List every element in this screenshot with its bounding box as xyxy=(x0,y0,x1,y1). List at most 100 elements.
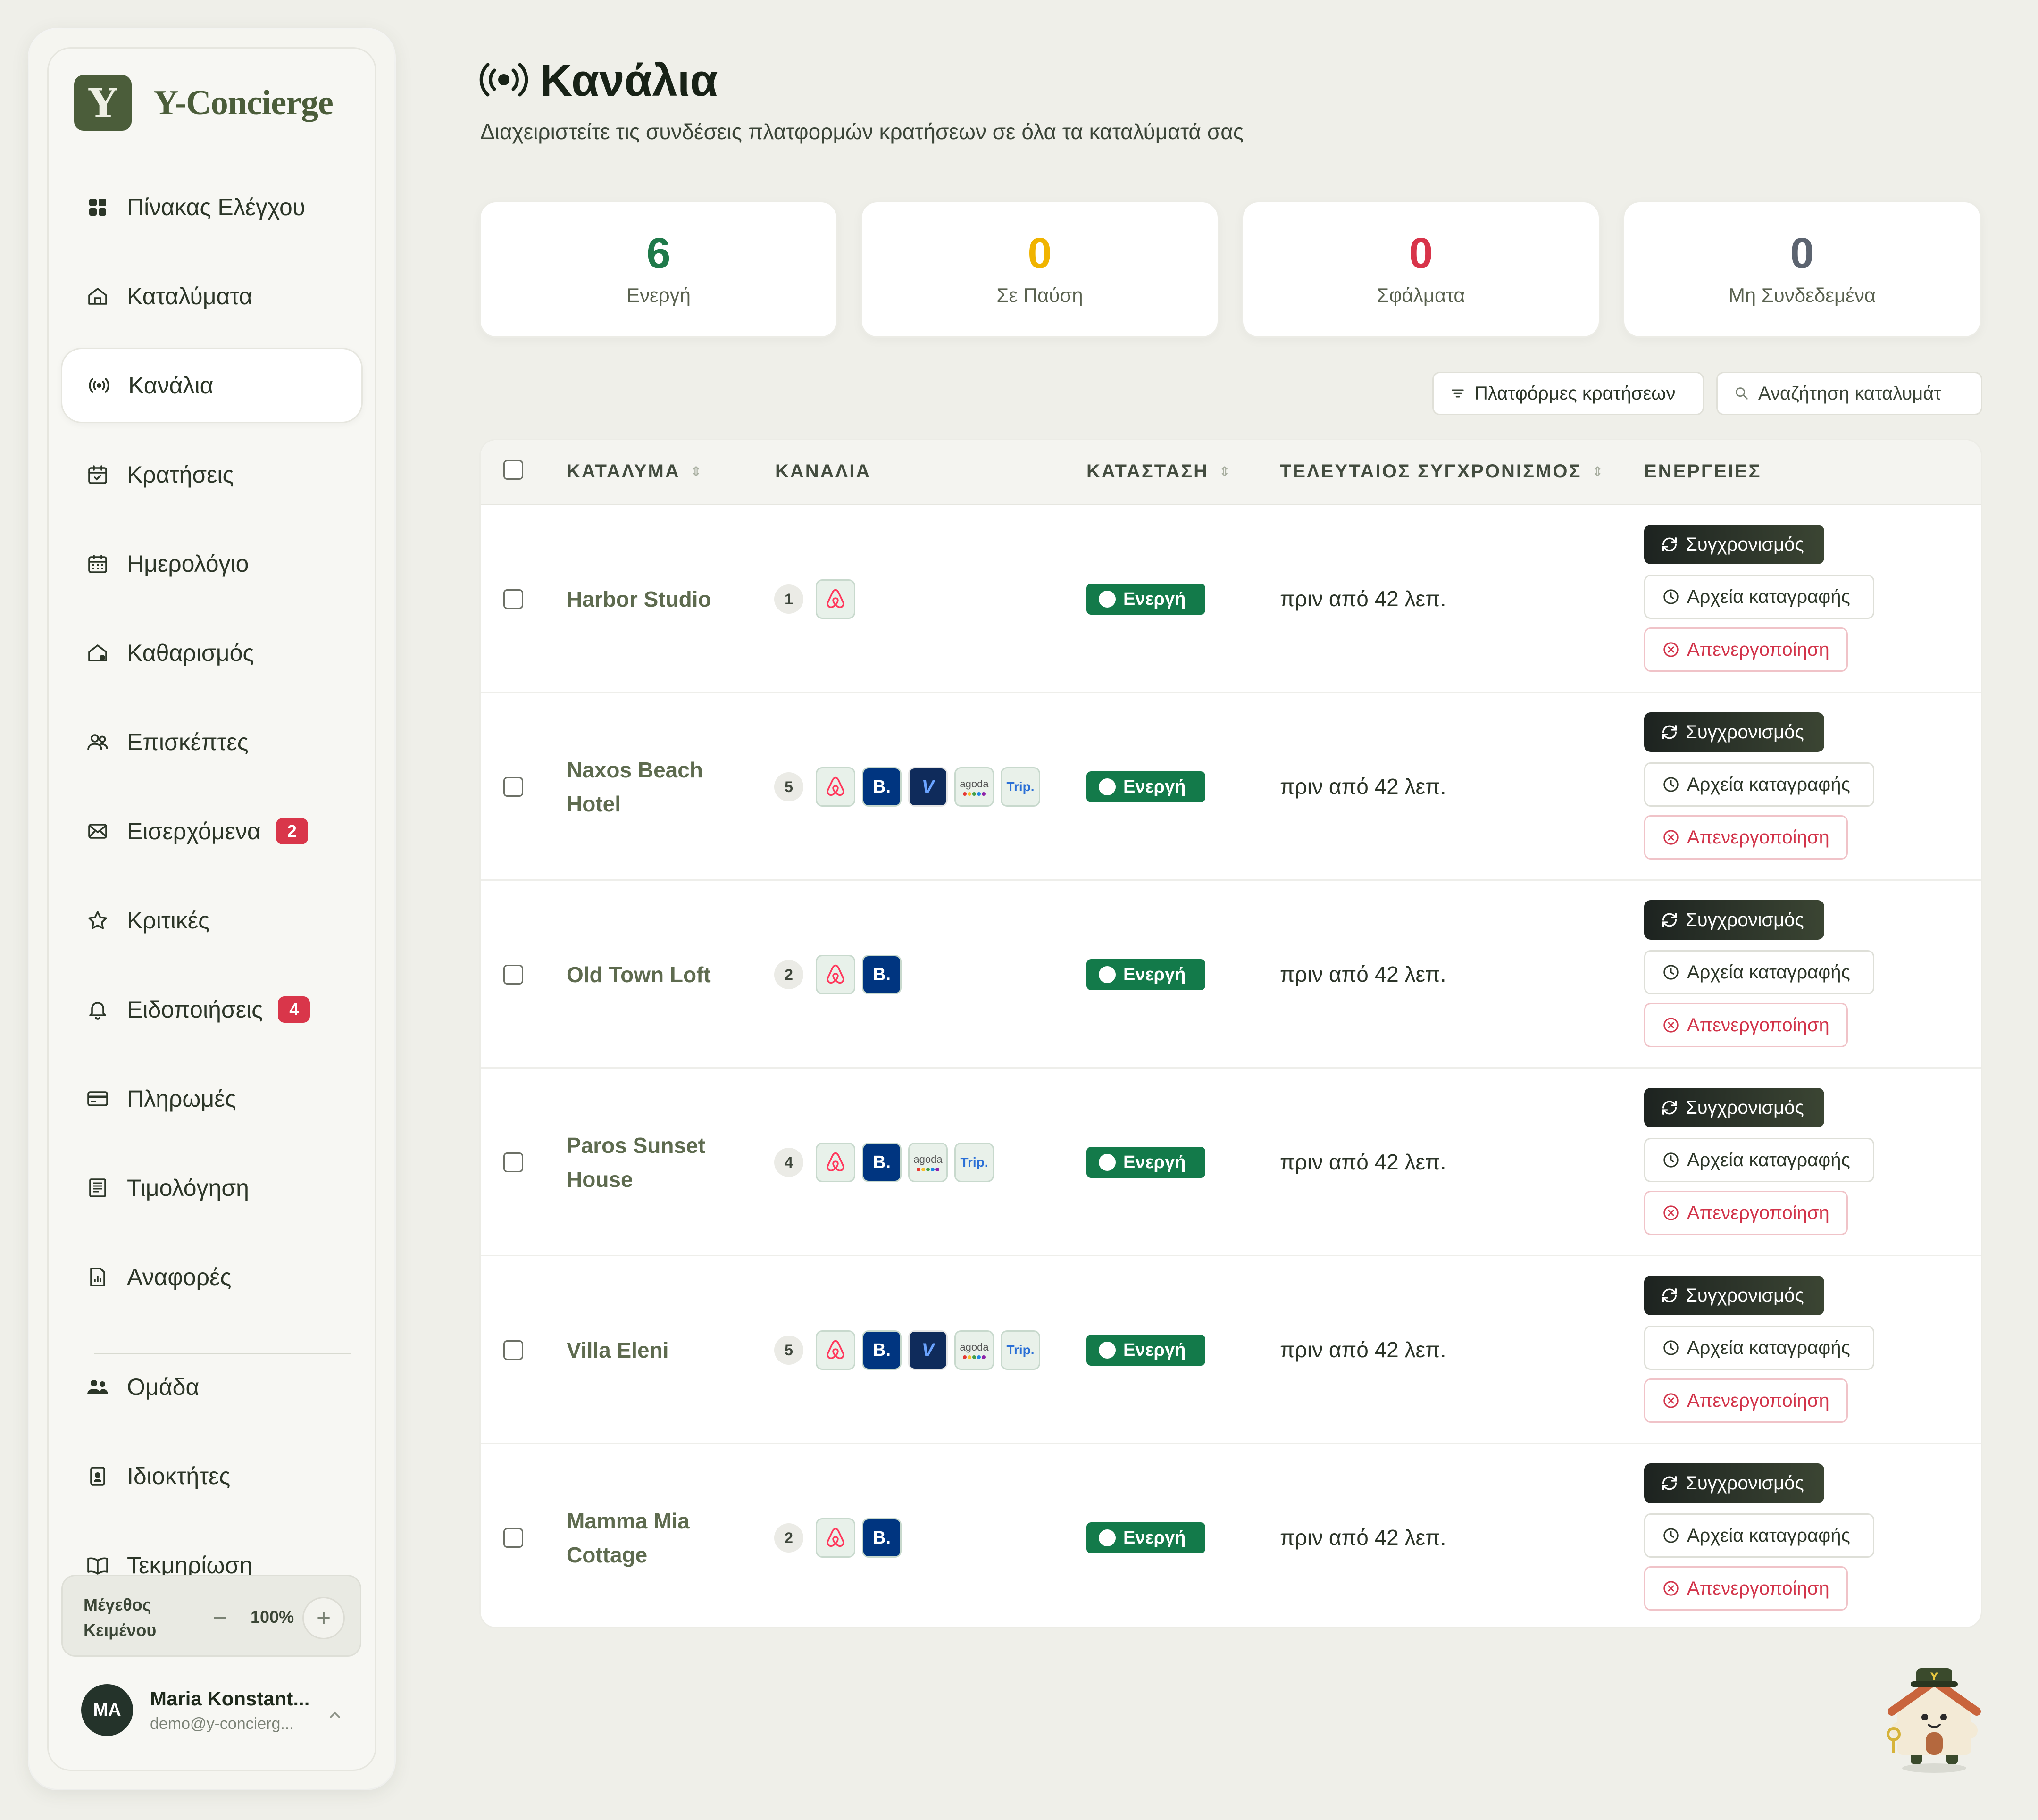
sidebar-item-secondary-0[interactable]: Ομάδα xyxy=(61,1349,363,1425)
agoda-channel-icon[interactable]: agoda xyxy=(954,767,994,807)
sync-button[interactable]: Συγχρονισμός xyxy=(1644,525,1824,564)
logs-button[interactable]: Αρχεία καταγραφής xyxy=(1644,950,1874,994)
stat-value: 6 xyxy=(646,229,671,277)
property-name[interactable]: Naxos Beach Hotel xyxy=(567,753,736,821)
search-input[interactable]: Αναζήτηση καταλυμάτ xyxy=(1716,372,1982,415)
sidebar-item-label: Επισκέπτες xyxy=(127,729,249,755)
column-label: ΚΑΝΑΛΙΑ xyxy=(775,461,871,482)
row-checkbox[interactable] xyxy=(503,1528,523,1548)
sidebar-item-6[interactable]: Επισκέπτες xyxy=(61,704,363,780)
deactivate-button[interactable]: Απενεργοποίηση xyxy=(1644,627,1848,672)
airbnb-channel-icon[interactable] xyxy=(816,767,855,807)
deactivate-button[interactable]: Απενεργοποίηση xyxy=(1644,1378,1848,1423)
text-size-decrease-button[interactable]: − xyxy=(199,1597,241,1639)
sidebar-item-5[interactable]: Καθαρισμός xyxy=(61,615,363,691)
column-header-last-sync[interactable]: ΤΕΛΕΥΤΑΙΟΣ ΣΥΓΧΡΟΝΙΣΜΟΣ ⇕ xyxy=(1280,461,1603,482)
deactivate-button[interactable]: Απενεργοποίηση xyxy=(1644,1003,1848,1047)
airbnb-channel-icon[interactable] xyxy=(816,1143,855,1182)
agoda-channel-icon[interactable]: agoda xyxy=(908,1143,948,1182)
sync-button[interactable]: Συγχρονισμός xyxy=(1644,900,1824,940)
vrbo-channel-icon[interactable]: V xyxy=(908,767,948,807)
property-name[interactable]: Old Town Loft xyxy=(567,958,736,992)
booking-channel-icon[interactable]: B. xyxy=(862,955,902,994)
column-label: ΤΕΛΕΥΤΑΙΟΣ ΣΥΓΧΡΟΝΙΣΜΟΣ xyxy=(1280,461,1582,482)
sidebar-item-9[interactable]: Ειδοποιήσεις 4 xyxy=(61,972,363,1047)
property-name-line: House xyxy=(567,1167,633,1192)
trip-channel-icon[interactable]: Trip. xyxy=(1001,767,1040,807)
sidebar-item-7[interactable]: Εισερχόμενα 2 xyxy=(61,793,363,869)
channel-list: 1 xyxy=(774,579,862,619)
brand-logo: Y xyxy=(74,75,132,131)
sidebar-item-label: Ημερολόγιο xyxy=(127,551,249,577)
property-name[interactable]: Mamma Mia Cottage xyxy=(567,1504,736,1572)
sidebar-item-3[interactable]: Κρατήσεις xyxy=(61,437,363,512)
logs-label: Αρχεία καταγραφής xyxy=(1687,961,1850,983)
logs-button[interactable]: Αρχεία καταγραφής xyxy=(1644,1513,1874,1558)
invoice-icon xyxy=(85,1176,110,1200)
agoda-channel-icon[interactable]: agoda xyxy=(954,1330,994,1370)
airbnb-channel-icon[interactable] xyxy=(816,1518,855,1558)
stat-card[interactable]: 6 Ενεργή xyxy=(479,201,838,338)
property-name[interactable]: Villa Eleni xyxy=(567,1333,736,1367)
deactivate-button[interactable]: Απενεργοποίηση xyxy=(1644,1566,1848,1611)
column-header-status[interactable]: ΚΑΤΑΣΤΑΣΗ ⇕ xyxy=(1086,461,1230,482)
row-checkbox[interactable] xyxy=(503,1152,523,1172)
user-menu[interactable]: MA Maria Konstant... demo@y-concierg... xyxy=(81,1684,309,1736)
sidebar-item-0[interactable]: Πίνακας Ελέγχου xyxy=(61,169,363,245)
row-checkbox[interactable] xyxy=(503,589,523,609)
property-name-line: Mamma Mia xyxy=(567,1509,690,1533)
select-all-checkbox[interactable] xyxy=(503,460,523,480)
airbnb-channel-icon[interactable] xyxy=(816,579,855,619)
booking-channel-icon[interactable]: B. xyxy=(862,767,902,807)
stat-card[interactable]: 0 Σφάλματα xyxy=(1242,201,1600,338)
trip-channel-icon[interactable]: Trip. xyxy=(954,1143,994,1182)
column-header-property[interactable]: ΚΑΤΑΛΥΜΑ ⇕ xyxy=(567,461,702,482)
brand[interactable]: Y Y-Concierge xyxy=(74,75,334,131)
table-row: Old Town Loft 2 B. Ενεργή πριν από 42 λεπ. Συ… xyxy=(481,881,1981,1069)
text-size-increase-button[interactable]: + xyxy=(302,1597,345,1639)
sync-button[interactable]: Συγχρονισμός xyxy=(1644,1276,1824,1315)
property-name[interactable]: Harbor Studio xyxy=(567,582,736,616)
sidebar-item-12[interactable]: Αναφορές xyxy=(61,1239,363,1315)
sidebar-item-4[interactable]: Ημερολόγιο xyxy=(61,526,363,601)
property-name[interactable]: Paros Sunset House xyxy=(567,1128,736,1196)
logs-button[interactable]: Αρχεία καταγραφής xyxy=(1644,1326,1874,1370)
agoda-label: agoda xyxy=(960,778,989,790)
logs-button[interactable]: Αρχεία καταγραφής xyxy=(1644,1138,1874,1182)
sync-button[interactable]: Συγχρονισμός xyxy=(1644,1463,1824,1503)
logs-button[interactable]: Αρχεία καταγραφής xyxy=(1644,575,1874,619)
booking-channel-icon[interactable]: B. xyxy=(862,1143,902,1182)
sidebar-item-secondary-1[interactable]: Ιδιοκτήτες xyxy=(61,1438,363,1514)
deactivate-label: Απενεργοποίηση xyxy=(1687,639,1829,660)
logs-button[interactable]: Αρχεία καταγραφής xyxy=(1644,762,1874,807)
sync-button[interactable]: Συγχρονισμός xyxy=(1644,712,1824,752)
stat-card[interactable]: 0 Μη Συνδεδεμένα xyxy=(1623,201,1981,338)
sidebar-item-11[interactable]: Τιμολόγηση xyxy=(61,1150,363,1226)
history-icon xyxy=(1663,589,1679,604)
booking-channel-icon[interactable]: B. xyxy=(862,1518,902,1558)
deactivate-button[interactable]: Απενεργοποίηση xyxy=(1644,815,1848,860)
row-checkbox[interactable] xyxy=(503,1340,523,1360)
airbnb-channel-icon[interactable] xyxy=(816,955,855,994)
sidebar-item-2[interactable]: Κανάλια xyxy=(61,348,363,423)
platform-filter-button[interactable]: Πλατφόρμες κρατήσεων xyxy=(1432,372,1704,415)
row-checkbox[interactable] xyxy=(503,965,523,985)
vrbo-channel-icon[interactable]: V xyxy=(908,1330,948,1370)
airbnb-channel-icon[interactable] xyxy=(816,1330,855,1370)
sidebar-item-1[interactable]: Καταλύματα xyxy=(61,259,363,334)
row-checkbox[interactable] xyxy=(503,777,523,797)
status-label: Ενεργή xyxy=(1123,1528,1186,1548)
page-header: Κανάλια xyxy=(479,55,718,107)
table-row: Mamma Mia Cottage 2 B. Ενεργή πριν από 42 λεπ… xyxy=(481,1444,1981,1627)
sidebar-item-8[interactable]: Κριτικές xyxy=(61,883,363,958)
sidebar-item-10[interactable]: Πληρωμές xyxy=(61,1061,363,1136)
deactivate-button[interactable]: Απενεργοποίηση xyxy=(1644,1191,1848,1235)
concierge-mascot-icon[interactable]: Y xyxy=(1882,1662,1986,1774)
sync-button[interactable]: Συγχρονισμός xyxy=(1644,1088,1824,1127)
stat-card[interactable]: 0 Σε Παύση xyxy=(860,201,1219,338)
x-circle-icon xyxy=(1663,1581,1679,1596)
sync-label: Συγχρονισμός xyxy=(1686,1285,1804,1306)
trip-channel-icon[interactable]: Trip. xyxy=(1001,1330,1040,1370)
chevron-up-icon[interactable] xyxy=(326,1706,344,1725)
booking-channel-icon[interactable]: B. xyxy=(862,1330,902,1370)
